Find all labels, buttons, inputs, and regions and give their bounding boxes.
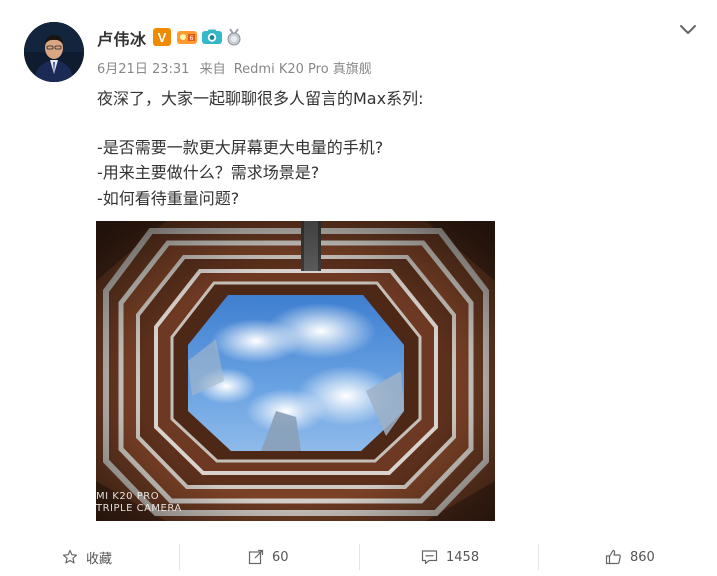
- author-name[interactable]: 卢伟冰: [97, 26, 147, 50]
- repost-icon: [248, 549, 264, 565]
- post-meta: 6月21日 23:31 来自 Redmi K20 Pro 真旗舰: [97, 58, 372, 77]
- camera-watermark: MI K20 PRO TRIPLE CAMERA: [96, 491, 182, 515]
- weibo-post-card: 卢伟冰 V 6 6月21日 23:31 来自 Redmi K20 Pro 真旗舰: [0, 0, 717, 576]
- like-button[interactable]: 860: [605, 538, 655, 576]
- post-text-line: -如何看待重量问题?: [97, 189, 240, 208]
- watermark-line2: TRIPLE CAMERA: [96, 503, 182, 514]
- vip-badge[interactable]: 6: [176, 28, 198, 46]
- watermark-line1: MI K20 PRO: [96, 491, 160, 502]
- action-bar: 收藏 60 1458 860: [0, 538, 717, 576]
- comment-button[interactable]: 1458: [421, 538, 479, 576]
- svg-text:6: 6: [190, 35, 194, 42]
- comment-count: 1458: [446, 549, 480, 565]
- like-count: 860: [630, 549, 655, 565]
- post-date[interactable]: 6月21日 23:31: [97, 62, 189, 77]
- medal-badge[interactable]: [225, 28, 243, 46]
- post-text-line: 夜深了，大家一起聊聊很多人留言的Max系列:: [97, 89, 424, 108]
- source-prefix: 来自: [199, 62, 226, 77]
- star-icon: [62, 549, 78, 564]
- repost-count: 60: [272, 549, 289, 565]
- post-text-line: -是否需要一款更大屏幕更大电量的手机?: [97, 138, 384, 157]
- chevron-down-icon[interactable]: [678, 22, 698, 38]
- verified-v-badge[interactable]: V: [153, 28, 171, 46]
- post-source[interactable]: Redmi K20 Pro 真旗舰: [234, 62, 372, 77]
- repost-button[interactable]: 60: [248, 538, 289, 576]
- author-avatar[interactable]: [24, 22, 84, 82]
- thumbs-up-icon: [605, 549, 621, 565]
- camera-badge[interactable]: [201, 28, 223, 46]
- post-text-line: -用来主要做什么？需求场景是?: [97, 163, 320, 182]
- comment-icon: [421, 550, 438, 565]
- divider: [538, 544, 539, 570]
- favorite-button[interactable]: 收藏: [62, 538, 112, 576]
- divider: [179, 544, 180, 570]
- favorite-label: 收藏: [86, 551, 113, 567]
- post-image[interactable]: MI K20 PRO TRIPLE CAMERA: [96, 221, 495, 521]
- divider: [359, 544, 360, 570]
